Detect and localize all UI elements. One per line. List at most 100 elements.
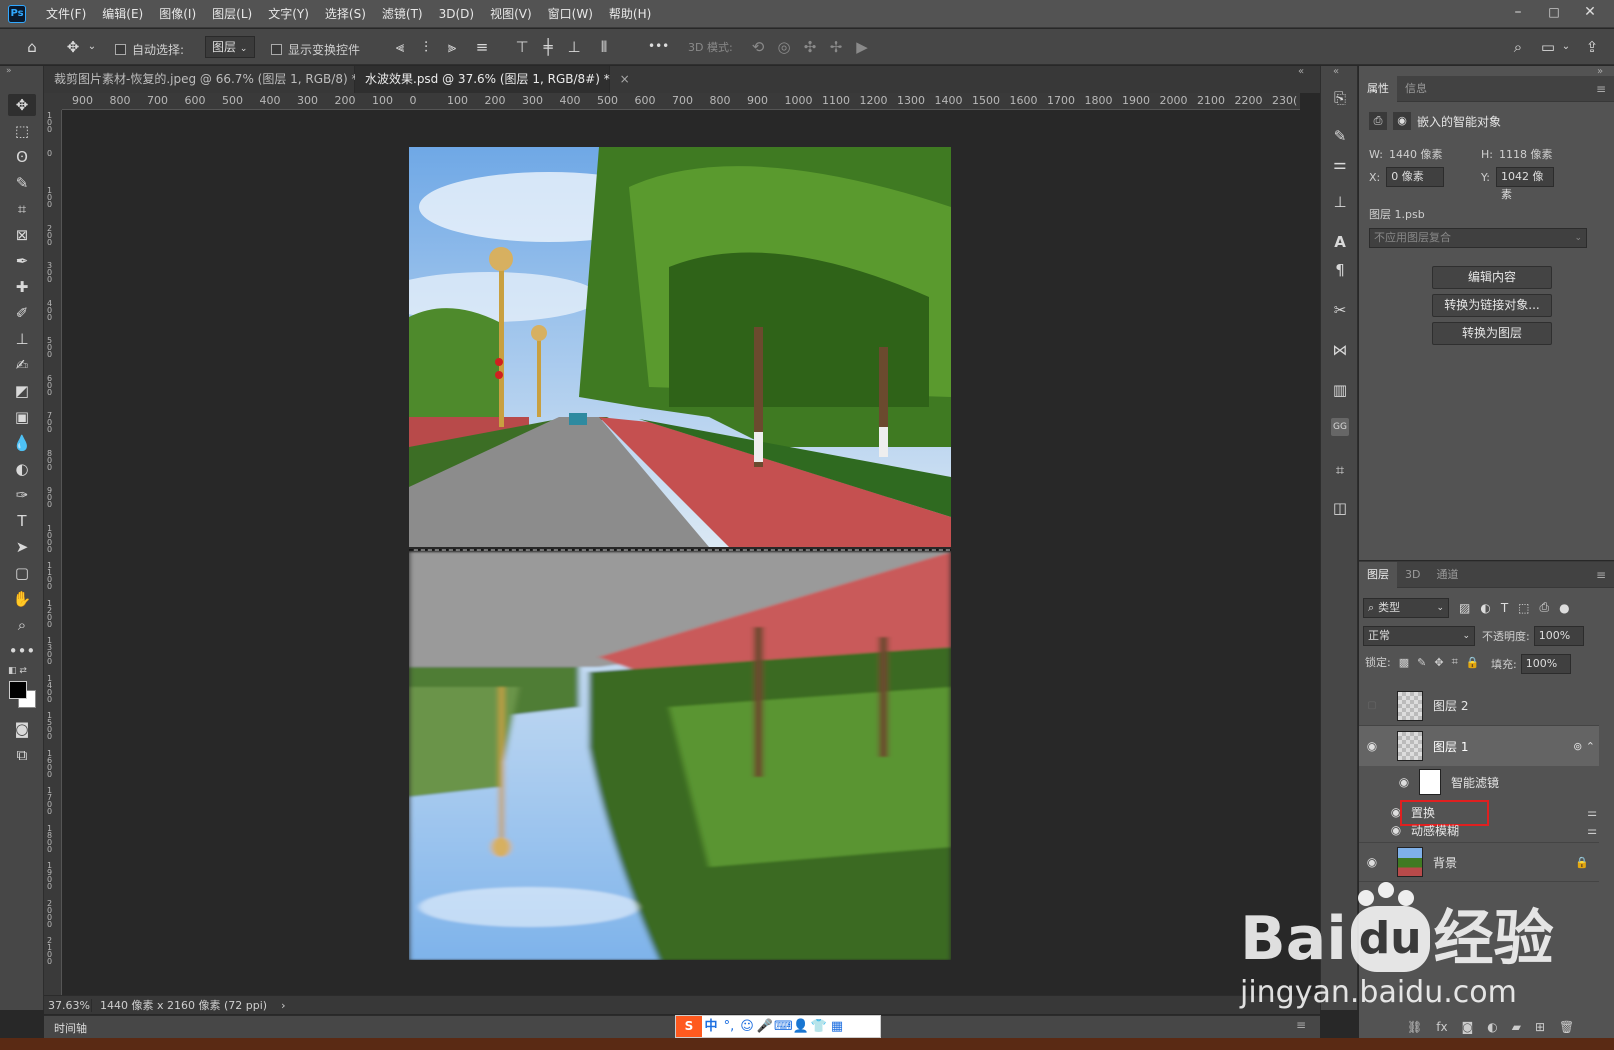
x-position-field[interactable]: 0 像素 bbox=[1386, 167, 1445, 187]
move-tool-icon[interactable]: ✥ bbox=[62, 37, 84, 57]
path-select-tool-icon[interactable]: ➤ bbox=[8, 536, 36, 558]
eye-icon[interactable]: ◉ bbox=[1363, 855, 1381, 869]
home-icon[interactable]: ⌂ bbox=[20, 37, 44, 57]
layer-row-2[interactable]: ▢ 图层 2 bbox=[1359, 686, 1599, 726]
ime-keyboard-icon[interactable]: ⌨ bbox=[774, 1016, 793, 1037]
layer-comp-dropdown[interactable]: 不应用图层复合 ⌄ bbox=[1369, 228, 1587, 248]
filter-mask-thumbnail[interactable] bbox=[1419, 769, 1441, 795]
layers-menu-icon[interactable]: ≡ bbox=[1596, 568, 1606, 582]
link-layers-icon[interactable]: ⛓ bbox=[1407, 1020, 1422, 1034]
align-hcenter-icon[interactable]: ⫶ bbox=[416, 37, 436, 57]
opacity-field[interactable]: 100% bbox=[1533, 626, 1584, 646]
tab-channels[interactable]: 通道 bbox=[1428, 562, 1466, 588]
smart-filter-badge-icon[interactable]: ⊚ ⌃ bbox=[1573, 740, 1595, 753]
expand-panels-icon[interactable]: « bbox=[1333, 66, 1339, 77]
ime-skin-icon[interactable]: 👕 bbox=[810, 1016, 828, 1037]
menu-view[interactable]: 视图(V) bbox=[482, 0, 540, 28]
ime-toolbox-icon[interactable]: ▦ bbox=[828, 1016, 846, 1037]
timeline-menu-icon[interactable]: ≡ bbox=[1296, 1018, 1306, 1032]
zoom-tool-icon[interactable]: ⌕ bbox=[8, 614, 36, 636]
tab-layers[interactable]: 图层 bbox=[1359, 561, 1397, 588]
foreground-color-swatch[interactable] bbox=[9, 681, 27, 699]
stamp-tool-icon[interactable]: ⊥ bbox=[8, 328, 36, 350]
ime-user-icon[interactable]: 👤 bbox=[792, 1016, 810, 1037]
tab-info[interactable]: 信息 bbox=[1397, 76, 1435, 102]
document-image[interactable] bbox=[409, 147, 951, 960]
lock-all-icon[interactable]: 🔒 bbox=[1466, 656, 1480, 669]
layer-row-1[interactable]: ◉ 图层 1 ⊚ ⌃ bbox=[1359, 726, 1599, 766]
filter-options-icon[interactable]: ⚌ bbox=[1587, 806, 1597, 819]
eye-icon[interactable]: ◉ bbox=[1387, 823, 1405, 837]
menu-type[interactable]: 文字(Y) bbox=[260, 0, 317, 28]
tab-crop-source[interactable]: 裁剪图片素材-恢复的.jpeg @ 66.7% (图层 1, RGB/8) * … bbox=[44, 66, 377, 93]
move-tool-icon[interactable]: ✥ bbox=[8, 94, 36, 116]
menu-window[interactable]: 窗口(W) bbox=[540, 0, 601, 28]
convert-to-layers-button[interactable]: 转换为图层 bbox=[1432, 322, 1552, 345]
ime-chinese-mode[interactable]: 中 bbox=[702, 1016, 720, 1037]
menu-3d[interactable]: 3D(D) bbox=[431, 0, 482, 28]
frame-tool-icon[interactable]: ⊠ bbox=[8, 224, 36, 246]
more-tools-icon[interactable]: ••• bbox=[8, 640, 36, 662]
character-panel-icon[interactable]: A bbox=[1328, 230, 1352, 254]
adjustments-icon[interactable]: ⚌ bbox=[1328, 152, 1352, 176]
ime-punctuation[interactable]: °, bbox=[720, 1016, 738, 1037]
delete-layer-icon[interactable]: 🗑 bbox=[1559, 1020, 1574, 1034]
gradient-tool-icon[interactable]: ▣ bbox=[8, 406, 36, 428]
menu-layer[interactable]: 图层(L) bbox=[204, 0, 260, 28]
quick-select-tool-icon[interactable]: ✎ bbox=[8, 172, 36, 194]
fill-field[interactable]: 100% bbox=[1520, 654, 1571, 674]
align-top-icon[interactable]: ⊤ bbox=[512, 37, 532, 57]
show-transform-checkbox[interactable] bbox=[271, 44, 282, 55]
healing-brush-icon[interactable]: ✚ bbox=[8, 276, 36, 298]
screen-mode-icon[interactable]: ⧉ bbox=[8, 744, 36, 766]
clone-source-icon[interactable]: ⊥ bbox=[1328, 190, 1352, 214]
crop-panel-icon[interactable]: ⌗ bbox=[1328, 458, 1352, 482]
filter-name[interactable]: 动感模糊 bbox=[1411, 822, 1459, 839]
brush-settings-icon[interactable]: ✎ bbox=[1328, 124, 1352, 148]
blend-mode-dropdown[interactable]: 正常 ⌄ bbox=[1363, 626, 1475, 646]
layer-name[interactable]: 图层 1 bbox=[1433, 738, 1468, 755]
menu-image[interactable]: 图像(I) bbox=[151, 0, 204, 28]
ime-voice-icon[interactable]: 🎤 bbox=[756, 1016, 774, 1037]
filter-adjustment-icon[interactable]: ◐ bbox=[1480, 601, 1490, 615]
auto-select-checkbox[interactable] bbox=[115, 44, 126, 55]
menu-edit[interactable]: 编辑(E) bbox=[94, 0, 151, 28]
collapse-toolbox-icon[interactable]: » bbox=[6, 66, 12, 76]
quick-mask-icon[interactable]: ◙ bbox=[8, 718, 36, 740]
type-tool-icon[interactable]: T bbox=[8, 510, 36, 532]
tab-3d[interactable]: 3D bbox=[1397, 562, 1428, 588]
align-right-icon[interactable]: ⫸ bbox=[442, 37, 462, 57]
filter-smart-icon[interactable]: ⎙ bbox=[1540, 600, 1550, 615]
width-value[interactable]: 1440 像素 bbox=[1389, 146, 1443, 162]
libraries-panel-icon[interactable]: ◫ bbox=[1328, 496, 1352, 520]
menu-filter[interactable]: 滤镜(T) bbox=[374, 0, 431, 28]
paragraph-panel-icon[interactable]: ¶ bbox=[1328, 258, 1352, 282]
pen-tool-icon[interactable]: ✑ bbox=[8, 484, 36, 506]
fx-icon[interactable]: fx bbox=[1436, 1020, 1447, 1034]
zoom-level[interactable]: 37.63% bbox=[44, 998, 92, 1012]
actions-panel-icon[interactable]: ⋈ bbox=[1328, 338, 1352, 362]
convert-to-linked-button[interactable]: 转换为链接对象... bbox=[1432, 294, 1552, 317]
history-panel-icon[interactable]: ⎘ bbox=[1328, 86, 1352, 110]
smart-filters-row[interactable]: ◉ 智能滤镜 bbox=[1379, 768, 1499, 796]
crop-tool-icon[interactable]: ⌗ bbox=[8, 198, 36, 220]
layer-row-background[interactable]: ◉ 背景 🔒 bbox=[1359, 842, 1599, 882]
new-layer-icon[interactable]: ⊞ bbox=[1535, 1020, 1545, 1034]
shape-tool-icon[interactable]: ▢ bbox=[8, 562, 36, 584]
new-group-icon[interactable]: ▰ bbox=[1512, 1020, 1521, 1034]
histogram-panel-icon[interactable]: ▥ bbox=[1328, 378, 1352, 402]
close-button[interactable]: ✕ bbox=[1572, 0, 1608, 26]
filter-row-motion-blur[interactable]: ◉ 动感模糊 ⚌ bbox=[1387, 820, 1597, 840]
visibility-toggle-hidden[interactable]: ▢ bbox=[1363, 700, 1381, 711]
lock-transparent-icon[interactable]: ▩ bbox=[1399, 656, 1409, 669]
menu-help[interactable]: 帮助(H) bbox=[601, 0, 659, 28]
edit-contents-button[interactable]: 编辑内容 bbox=[1432, 266, 1552, 289]
close-tab-icon[interactable]: × bbox=[620, 72, 630, 86]
eyedropper-tool-icon[interactable]: ✒ bbox=[8, 250, 36, 272]
y-position-field[interactable]: 1042 像素 bbox=[1495, 167, 1554, 201]
layer-name[interactable]: 背景 bbox=[1433, 854, 1457, 871]
maximize-button[interactable]: □ bbox=[1536, 0, 1572, 26]
eye-icon[interactable]: ◉ bbox=[1363, 739, 1381, 753]
auto-select-target-dropdown[interactable]: 图层 ⌄ bbox=[205, 36, 255, 58]
add-mask-icon[interactable]: ◙ bbox=[1462, 1020, 1474, 1034]
